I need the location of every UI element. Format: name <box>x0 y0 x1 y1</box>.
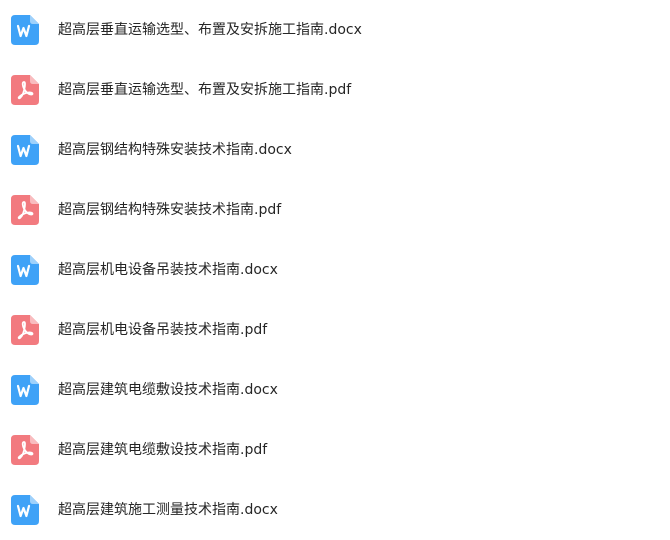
file-name[interactable]: 超高层建筑电缆敷设技术指南.docx <box>58 379 278 401</box>
word-doc-icon <box>11 15 39 45</box>
file-name[interactable]: 超高层钢结构特殊安装技术指南.docx <box>58 139 292 161</box>
pdf-doc-icon <box>11 75 39 105</box>
file-name[interactable]: 超高层垂直运输选型、布置及安拆施工指南.pdf <box>58 79 351 101</box>
word-doc-icon <box>11 375 39 405</box>
file-row-6[interactable]: 超高层机电设备吊装技术指南.pdf <box>0 300 670 360</box>
file-name[interactable]: 超高层机电设备吊装技术指南.pdf <box>58 319 267 341</box>
file-row-7[interactable]: 超高层建筑电缆敷设技术指南.docx <box>0 360 670 420</box>
file-list: 超高层垂直运输选型、布置及安拆施工指南.docx 超高层垂直运输选型、布置及安拆… <box>0 0 670 534</box>
word-doc-icon <box>11 135 39 165</box>
word-doc-icon <box>11 495 39 525</box>
word-doc-icon <box>11 255 39 285</box>
file-row-3[interactable]: 超高层钢结构特殊安装技术指南.docx <box>0 120 670 180</box>
file-row-9[interactable]: 超高层建筑施工测量技术指南.docx <box>0 480 670 540</box>
file-row-4[interactable]: 超高层钢结构特殊安装技术指南.pdf <box>0 180 670 240</box>
file-name[interactable]: 超高层钢结构特殊安装技术指南.pdf <box>58 199 281 221</box>
file-row-2[interactable]: 超高层垂直运输选型、布置及安拆施工指南.pdf <box>0 60 670 120</box>
file-name[interactable]: 超高层建筑电缆敷设技术指南.pdf <box>58 439 267 461</box>
pdf-doc-icon <box>11 315 39 345</box>
file-row-5[interactable]: 超高层机电设备吊装技术指南.docx <box>0 240 670 300</box>
pdf-doc-icon <box>11 195 39 225</box>
pdf-doc-icon <box>11 435 39 465</box>
file-name[interactable]: 超高层垂直运输选型、布置及安拆施工指南.docx <box>58 19 362 41</box>
file-name[interactable]: 超高层机电设备吊装技术指南.docx <box>58 259 278 281</box>
file-row-8[interactable]: 超高层建筑电缆敷设技术指南.pdf <box>0 420 670 480</box>
file-name[interactable]: 超高层建筑施工测量技术指南.docx <box>58 499 278 521</box>
file-row-1[interactable]: 超高层垂直运输选型、布置及安拆施工指南.docx <box>0 0 670 60</box>
